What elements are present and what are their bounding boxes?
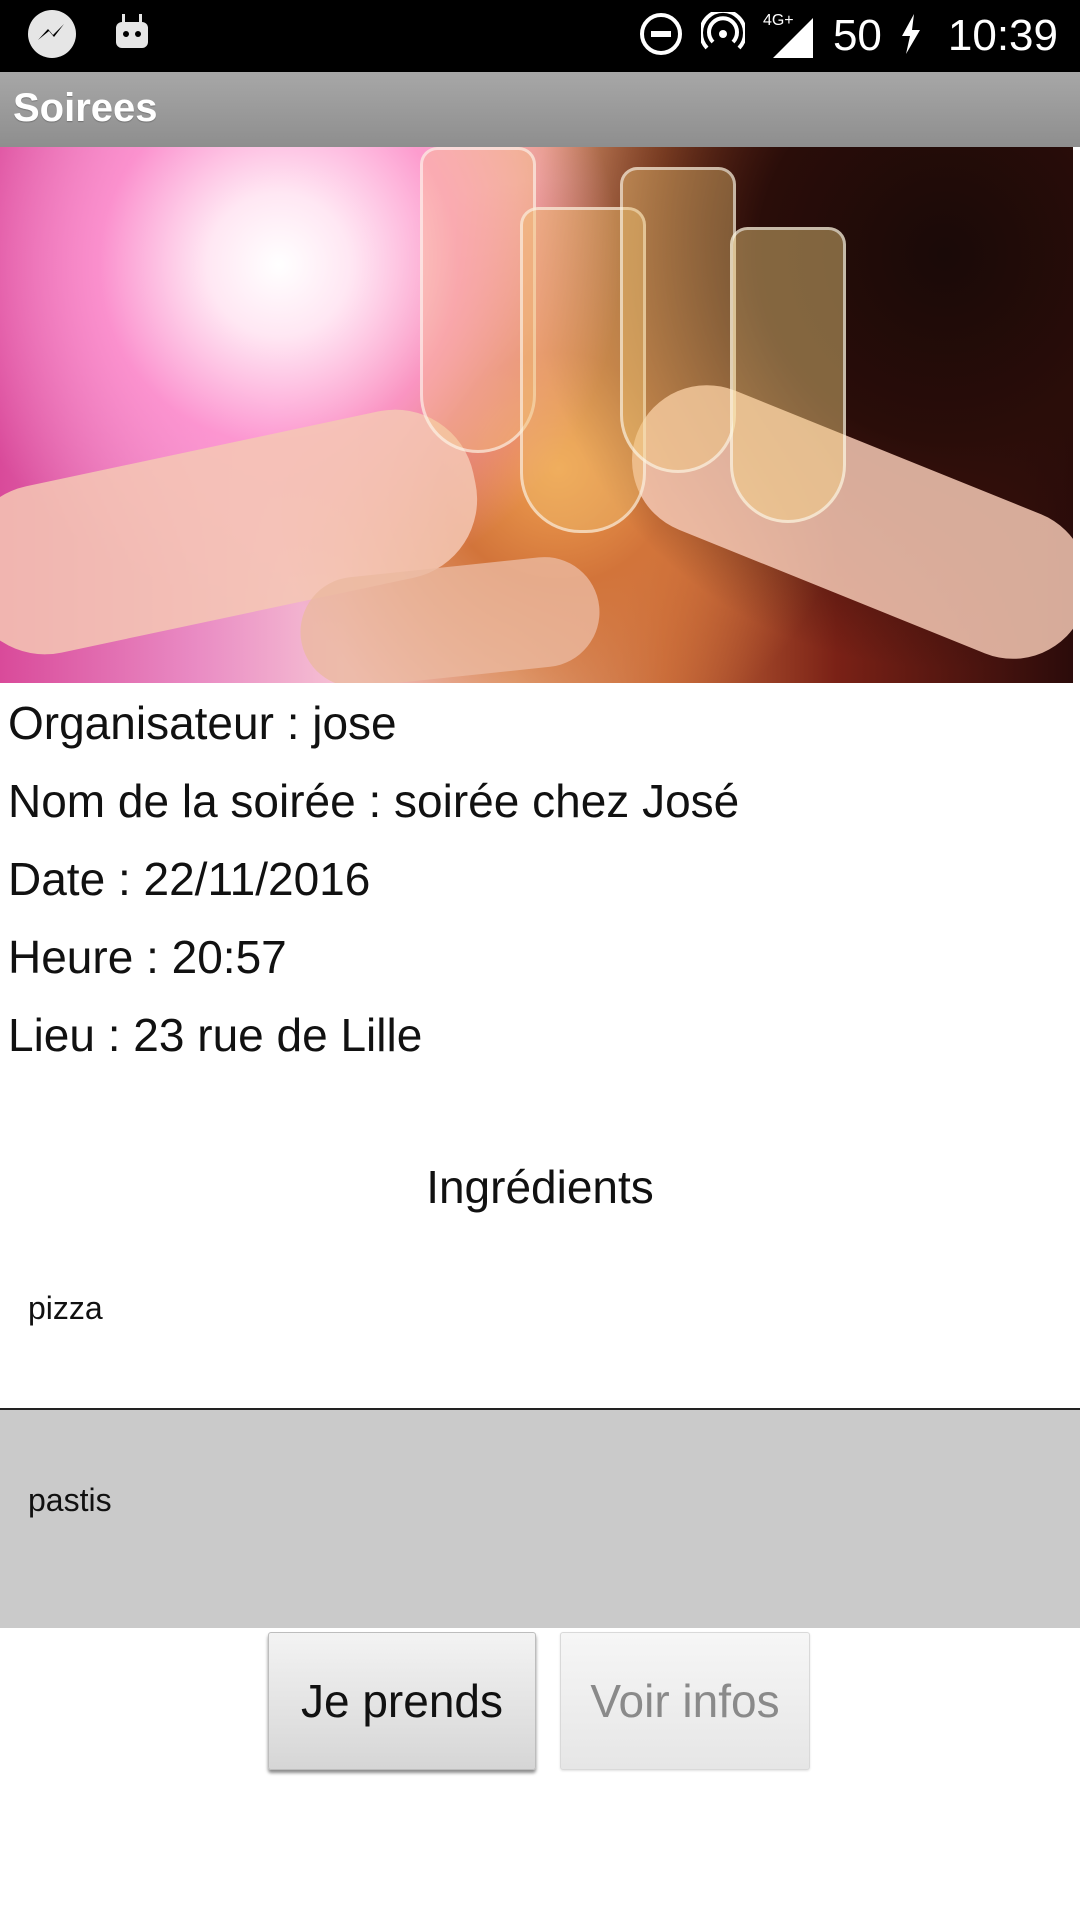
messenger-icon <box>28 10 76 58</box>
status-bar: 4G+ 50 10:39 <box>0 0 1080 72</box>
list-item[interactable]: pastis <box>0 1410 1080 1628</box>
time-text: Heure : 20:57 <box>8 931 287 983</box>
app-bar: Soirees <box>0 72 1080 147</box>
party-name-text: Nom de la soirée : soirée chez José <box>8 775 740 827</box>
clock: 10:39 <box>947 11 1058 60</box>
ingredients-title: Ingrédients <box>426 1161 654 1213</box>
list-item[interactable]: pizza <box>0 1232 1080 1410</box>
ingredient-label: pizza <box>28 1290 103 1326</box>
android-icon <box>112 12 152 52</box>
ingredient-label: pastis <box>28 1482 112 1518</box>
organizer-text: Organisateur : jose <box>8 697 397 749</box>
party-image <box>0 147 1073 683</box>
ingredients-list: pizza pastis <box>0 1232 1080 1628</box>
date-text: Date : 22/11/2016 <box>8 853 371 905</box>
signal-icon: 4G+ <box>763 10 815 62</box>
do-not-disturb-icon <box>639 12 683 61</box>
take-button[interactable]: Je prends <box>268 1632 536 1770</box>
see-info-button[interactable]: Voir infos <box>560 1632 810 1770</box>
charging-icon <box>900 13 922 59</box>
hotspot-icon <box>698 8 747 61</box>
location-text: Lieu : 23 rue de Lille <box>8 1009 423 1061</box>
app-title: Soirees <box>13 86 158 130</box>
battery-level: 50 <box>832 11 882 60</box>
